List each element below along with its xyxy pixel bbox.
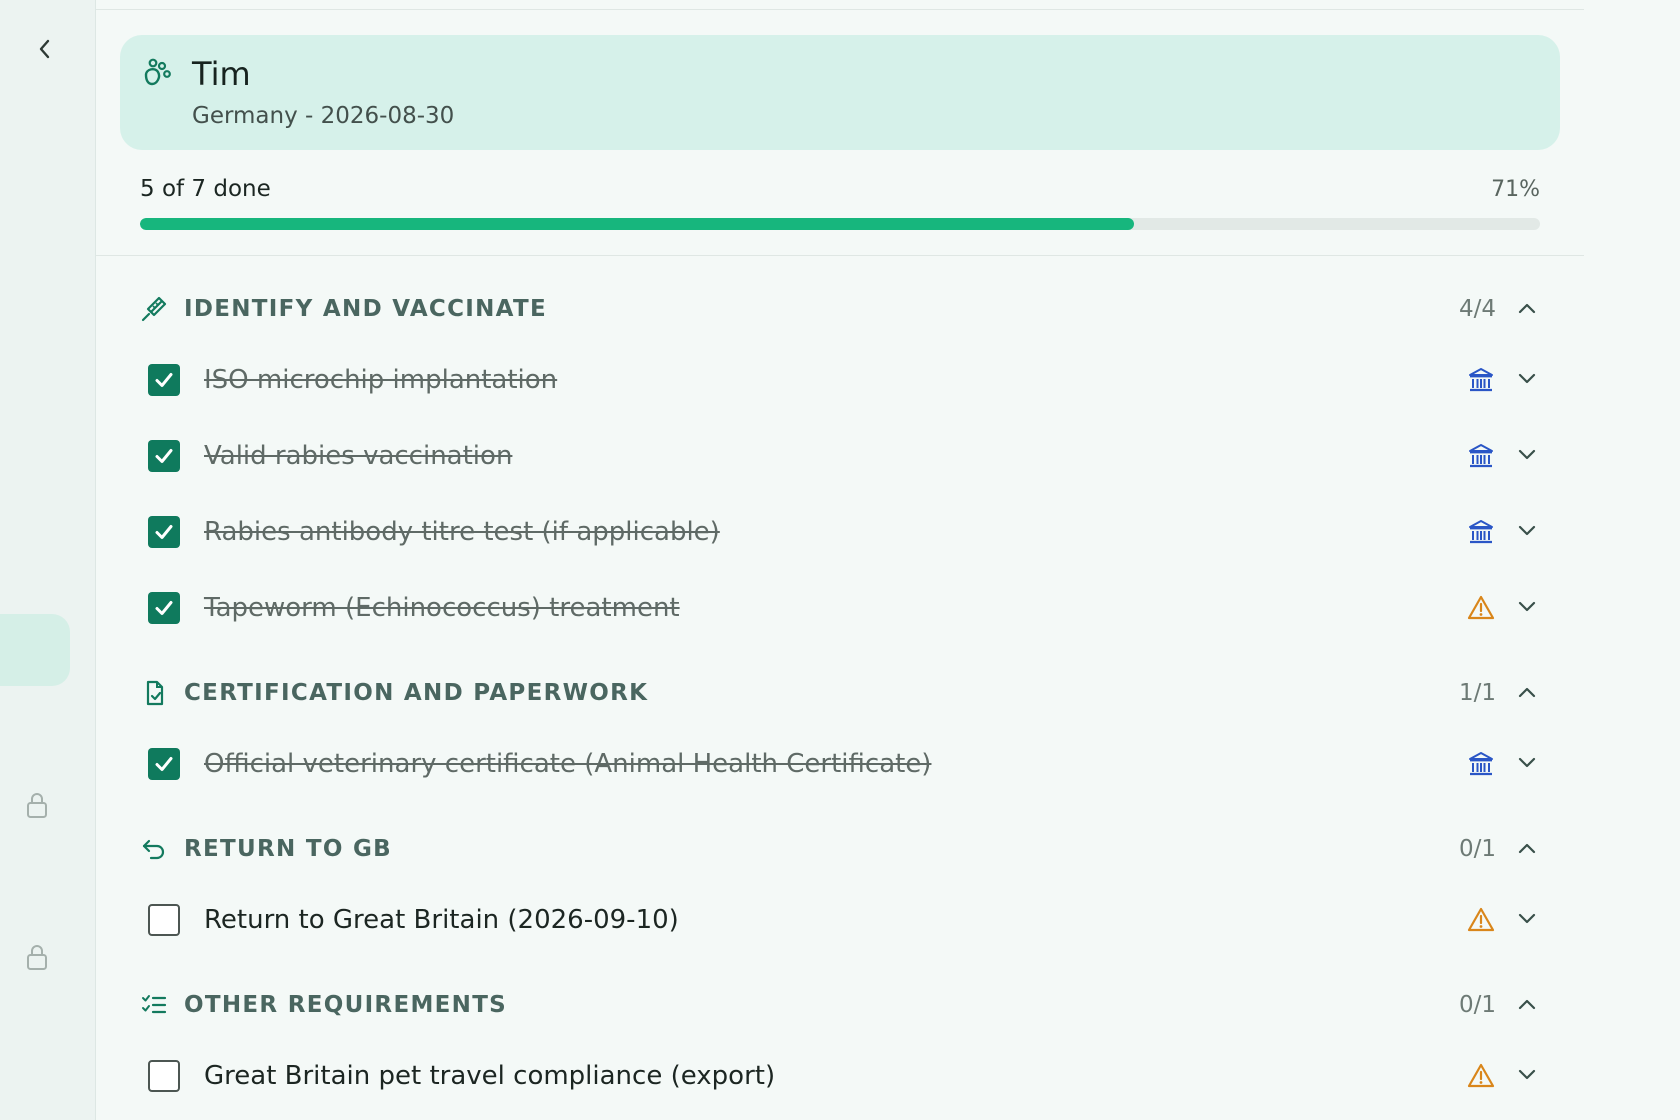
checklist-panel: Tim Germany - 2026-08-30 5 of 7 done 71%… (96, 0, 1584, 1120)
collapse-section-button[interactable] (1514, 680, 1540, 706)
expand-item-button[interactable] (1514, 751, 1540, 777)
chevron-down-icon (1517, 523, 1537, 542)
syringe-icon (140, 295, 168, 323)
item-checkbox[interactable] (148, 1060, 180, 1092)
section-header: IDENTIFY AND VACCINATE 4/4 (140, 292, 1540, 326)
checklist-icon (140, 991, 168, 1019)
government-building-icon (1466, 365, 1496, 395)
warning-icon (1466, 905, 1496, 935)
progress-fill (140, 218, 1134, 230)
checkmark-icon (153, 445, 175, 467)
warning-icon (1466, 1061, 1496, 1091)
lock-icon[interactable] (24, 942, 50, 972)
chevron-down-icon (1517, 755, 1537, 774)
document-check-icon (140, 679, 168, 707)
item-checkbox[interactable] (148, 592, 180, 624)
pet-name: Tim (192, 55, 251, 93)
item-label: ISO microchip implantation (204, 365, 558, 395)
section-title: OTHER REQUIREMENTS (184, 992, 508, 1018)
checkmark-icon (153, 597, 175, 619)
checklist-item: Rabies antibody titre test (if applicabl… (148, 510, 1540, 554)
expand-item-button[interactable] (1514, 519, 1540, 545)
item-label: Official veterinary certificate (Animal … (204, 749, 932, 779)
checklist-item: Great Britain pet travel compliance (exp… (148, 1054, 1540, 1098)
chevron-down-icon (1517, 599, 1537, 618)
checklist-item: Official veterinary certificate (Animal … (148, 742, 1540, 786)
pet-destination-date: Germany - 2026-08-30 (192, 103, 455, 129)
expand-item-button[interactable] (1514, 367, 1540, 393)
government-building-icon (1466, 517, 1496, 547)
chevron-left-icon (39, 39, 50, 59)
item-label: Great Britain pet travel compliance (exp… (204, 1061, 776, 1091)
section-header: CERTIFICATION AND PAPERWORK 1/1 (140, 676, 1540, 710)
progress-label: 5 of 7 done (140, 176, 271, 202)
section-title: RETURN TO GB (184, 836, 393, 862)
item-checkbox[interactable] (148, 516, 180, 548)
warning-icon (1466, 593, 1496, 623)
item-label: Valid rabies vaccination (204, 441, 513, 471)
expand-item-button[interactable] (1514, 443, 1540, 469)
section-divider (96, 255, 1584, 256)
return-arrow-icon (140, 835, 168, 863)
chevron-up-icon (1517, 300, 1537, 319)
section-header: RETURN TO GB 0/1 (140, 832, 1540, 866)
progress-percent: 71% (1491, 177, 1540, 202)
chevron-up-icon (1517, 840, 1537, 859)
checkmark-icon (153, 521, 175, 543)
section-title: CERTIFICATION AND PAPERWORK (184, 680, 649, 706)
paw-icon (140, 55, 174, 89)
pet-card: Tim Germany - 2026-08-30 (120, 35, 1560, 150)
side-rail (0, 0, 96, 1120)
lock-icon[interactable] (24, 790, 50, 820)
collapse-section-button[interactable] (1514, 296, 1540, 322)
checklist-item: Return to Great Britain (2026-09-10) (148, 898, 1540, 942)
item-label: Return to Great Britain (2026-09-10) (204, 905, 679, 935)
rail-active-item[interactable] (0, 614, 70, 686)
section-title: IDENTIFY AND VACCINATE (184, 296, 547, 322)
checkmark-icon (153, 753, 175, 775)
progress-bar (140, 218, 1540, 230)
collapse-section-button[interactable] (1514, 836, 1540, 862)
section-count: 1/1 (1458, 680, 1496, 706)
chevron-down-icon (1517, 371, 1537, 390)
checklist-item: Tapeworm (Echinococcus) treatment (148, 586, 1540, 630)
chevron-down-icon (1517, 911, 1537, 930)
government-building-icon (1466, 749, 1496, 779)
item-checkbox[interactable] (148, 904, 180, 936)
checklist-item: Valid rabies vaccination (148, 434, 1540, 478)
collapse-section-button[interactable] (1514, 992, 1540, 1018)
item-checkbox[interactable] (148, 748, 180, 780)
chevron-down-icon (1517, 447, 1537, 466)
expand-item-button[interactable] (1514, 595, 1540, 621)
section-count: 0/1 (1458, 836, 1496, 862)
government-building-icon (1466, 441, 1496, 471)
section-count: 4/4 (1458, 296, 1496, 322)
item-label: Tapeworm (Echinococcus) treatment (204, 593, 680, 623)
checkmark-icon (153, 369, 175, 391)
item-label: Rabies antibody titre test (if applicabl… (204, 517, 720, 547)
chevron-down-icon (1517, 1067, 1537, 1086)
section-header: OTHER REQUIREMENTS 0/1 (140, 988, 1540, 1022)
expand-item-button[interactable] (1514, 1063, 1540, 1089)
chevron-up-icon (1517, 996, 1537, 1015)
back-button[interactable] (32, 36, 58, 62)
chevron-up-icon (1517, 684, 1537, 703)
item-checkbox[interactable] (148, 364, 180, 396)
section-count: 0/1 (1458, 992, 1496, 1018)
top-divider (96, 9, 1584, 10)
item-checkbox[interactable] (148, 440, 180, 472)
expand-item-button[interactable] (1514, 907, 1540, 933)
checklist-item: ISO microchip implantation (148, 358, 1540, 402)
